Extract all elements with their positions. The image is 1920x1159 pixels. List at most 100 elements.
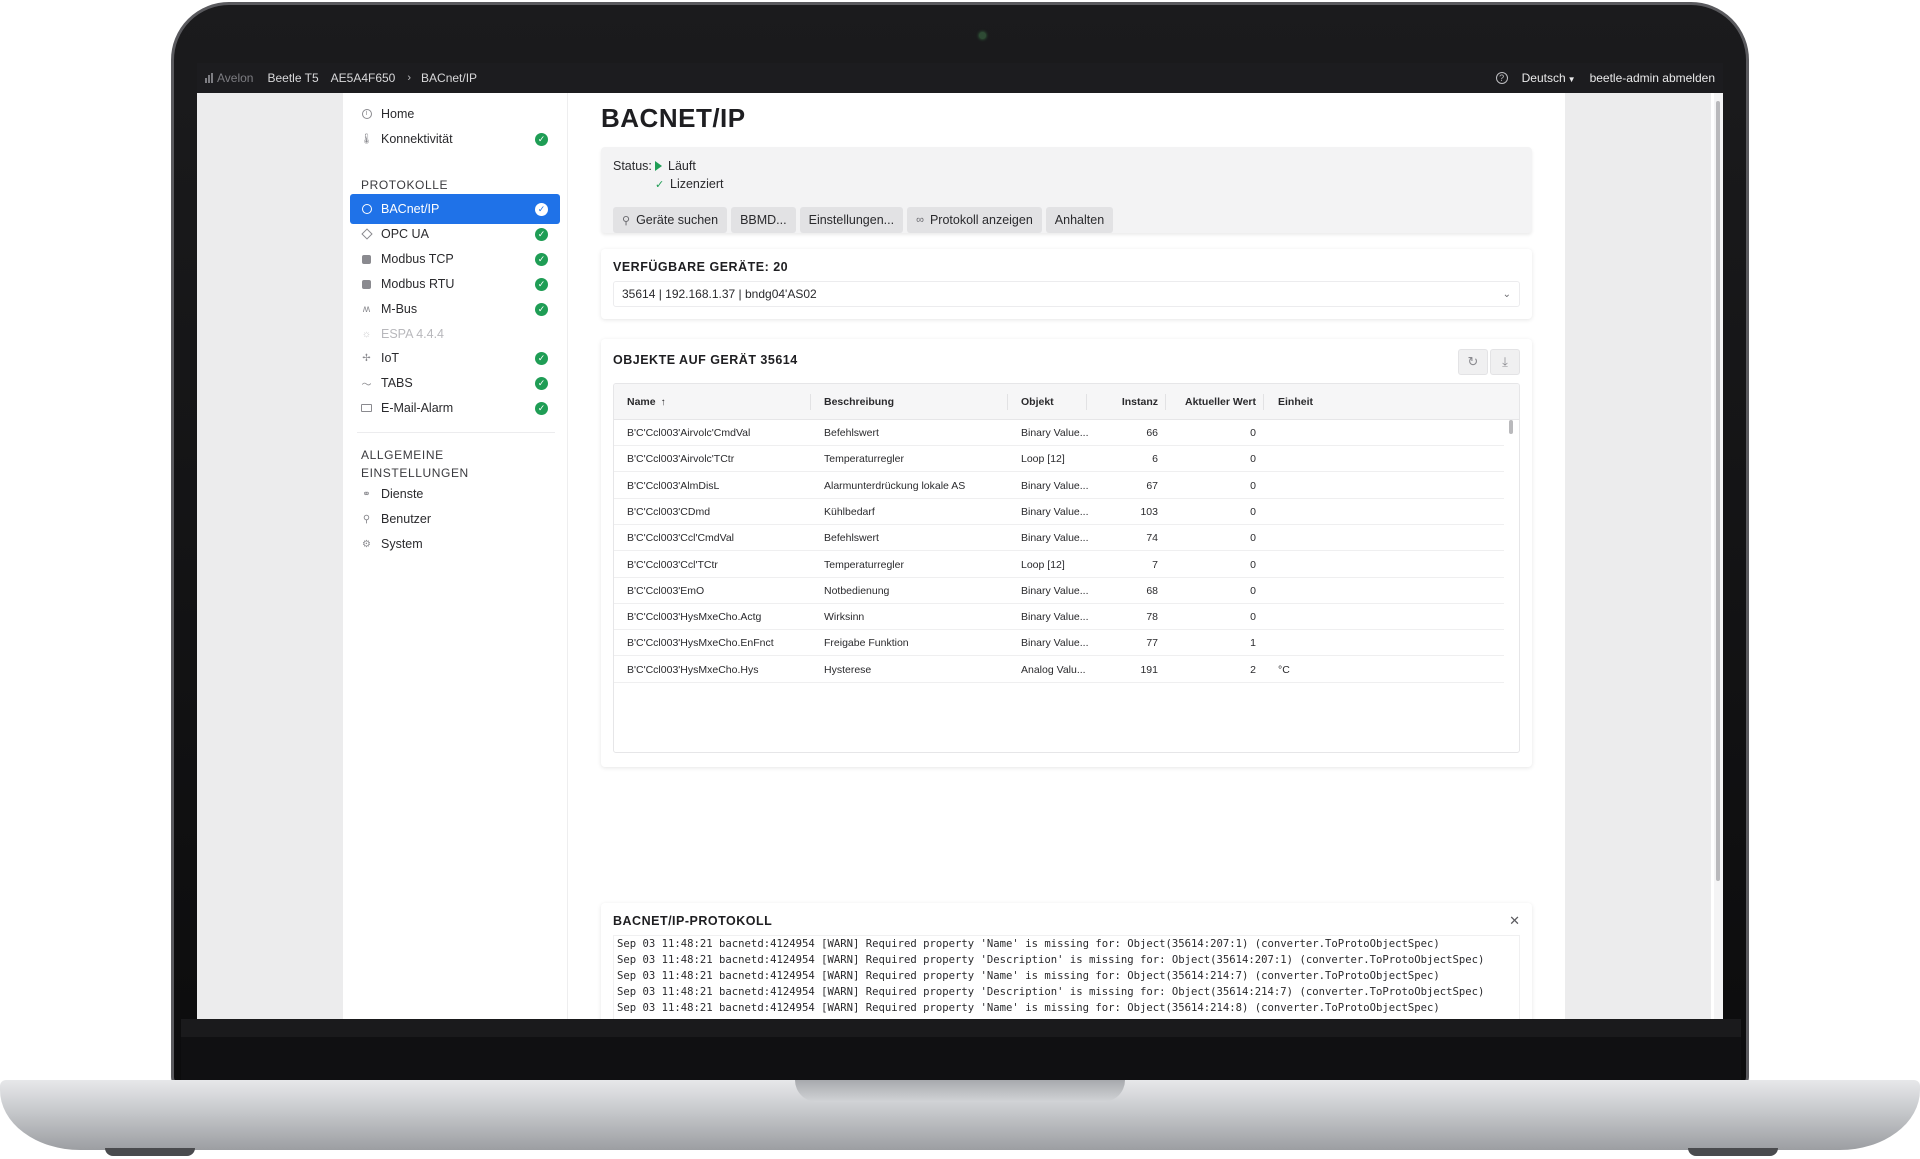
sun-icon: ☼ xyxy=(361,328,372,340)
cell-value: 0 xyxy=(1250,558,1256,571)
table-row[interactable]: B'C'Ccl003'EmO Notbedienung Binary Value..… xyxy=(614,578,1504,604)
log-line: Sep 03 11:48:21 bacnetd:4124954 [WARN] R… xyxy=(617,938,1440,950)
cell-value: 0 xyxy=(1250,479,1256,492)
check-circle-icon: ✓ xyxy=(535,227,548,241)
breadcrumb-item[interactable]: Beetle T5 xyxy=(267,71,318,85)
cell-object: Binary Value... xyxy=(1021,584,1089,597)
column-header-einheit[interactable]: Einheit xyxy=(1278,384,1313,420)
screen: Avelon Beetle T5 AE5A4F650 › BACnet/IP ?… xyxy=(197,63,1723,1019)
sidebar-item-email-alarm[interactable]: E-Mail-Alarm ✓ xyxy=(350,393,560,423)
log-card: BACNET/IP-PROTOKOLL ✕ Sep 03 11:48:21 ba… xyxy=(601,903,1532,1019)
line-icon: 〜 xyxy=(361,379,372,391)
cell-unit xyxy=(1278,473,1338,499)
cell-name: B'C'Ccl003'HysMxeCho.Hys xyxy=(627,663,759,676)
column-header-objekt[interactable]: Objekt xyxy=(1021,384,1054,420)
column-separator[interactable] xyxy=(810,394,811,410)
cell-name: B'C'Ccl003'HysMxeCho.EnFnct xyxy=(627,637,774,650)
cell-value: 0 xyxy=(1250,427,1256,439)
column-separator[interactable] xyxy=(1263,394,1264,410)
breadcrumb-item[interactable]: AE5A4F650 xyxy=(331,71,396,85)
chevron-right-icon: › xyxy=(407,72,412,84)
download-button[interactable]: ⤓ xyxy=(1490,349,1520,375)
refresh-icon: ↻ xyxy=(1467,354,1479,369)
cell-description: Hysterese xyxy=(824,663,872,676)
sidebar-item-label: Dienste xyxy=(381,487,424,501)
column-label: Instanz xyxy=(1121,396,1158,408)
cell-instance: 78 xyxy=(1146,611,1158,624)
cell-object: Binary Value... xyxy=(1021,637,1089,650)
cell-description: Kühlbedarf xyxy=(824,505,875,518)
status-row: Status: Läuft ✓ Lizenziert xyxy=(613,159,724,191)
cell-instance: 74 xyxy=(1146,532,1158,545)
table-row[interactable]: B'C'Ccl003'Airvolc'TCtr Temperaturregler L… xyxy=(614,446,1504,473)
log-line: Sep 03 11:48:21 bacnetd:4124954 [WARN] R… xyxy=(617,954,1485,966)
close-icon[interactable]: ✕ xyxy=(1509,913,1520,929)
table-scrollbar[interactable] xyxy=(1508,420,1514,752)
cell-description: Alarmunterdrückung lokale AS xyxy=(824,479,966,492)
check-circle-icon: ✓ xyxy=(535,202,548,216)
check-circle-icon: ✓ xyxy=(535,252,548,266)
cell-object: Loop [12] xyxy=(1021,558,1065,571)
table-row[interactable]: B'C'Ccl003'HysMxeCho.EnFnct Freigabe Funk… xyxy=(614,630,1504,657)
help-icon[interactable]: ? xyxy=(1495,72,1508,84)
column-separator[interactable] xyxy=(1165,394,1166,410)
settings-button[interactable]: Einstellungen... xyxy=(799,207,904,233)
button-label: Anhalten xyxy=(1054,213,1105,227)
device-select[interactable]: 35614 | 192.168.1.37 | bndg04'AS02 ⌄ xyxy=(613,281,1520,307)
refresh-button[interactable]: ↻ xyxy=(1458,349,1488,375)
table-row[interactable]: B'C'Ccl003'HysMxeCho.Hys Hysterese Analog … xyxy=(614,657,1504,683)
log-output[interactable]: Sep 03 11:48:21 bacnetd:4124954 [WARN] R… xyxy=(613,935,1520,1019)
table-row[interactable]: B'C'Ccl003'Airvolc'CmdVal Befehlswert Bina… xyxy=(614,420,1504,446)
cell-value: 2 xyxy=(1250,663,1256,676)
check-icon: ✓ xyxy=(655,178,665,191)
cell-value: 1 xyxy=(1250,637,1256,650)
stop-button[interactable]: Anhalten xyxy=(1045,207,1114,233)
show-log-button[interactable]: ∞ Protokoll anzeigen xyxy=(907,207,1042,233)
toolbar: ⚲ Geräte suchen BBMD... Einstellungen... … xyxy=(613,207,1114,233)
log-title: BACNET/IP-PROTOKOLL xyxy=(613,914,773,928)
table-row[interactable]: B'C'Ccl003'CDmd Kühlbedarf Binary Value...… xyxy=(614,499,1504,525)
column-label: Aktueller Wert xyxy=(1185,396,1256,408)
log-line: Sep 03 11:48:21 bacnetd:4124954 [WARN] R… xyxy=(617,1002,1440,1014)
status-licensed: Lizenziert xyxy=(670,177,724,191)
column-separator[interactable] xyxy=(1007,394,1008,410)
devices-title: VERFÜGBARE GERÄTE: 20 xyxy=(613,260,789,274)
sidebar-item-system[interactable]: ⚙ System xyxy=(350,529,560,559)
table-row[interactable]: B'C'Ccl003'Ccl'CmdVal Befehlswert Binary V… xyxy=(614,525,1504,552)
laptop-foot-right xyxy=(1688,1148,1778,1156)
column-header-instanz[interactable]: Instanz xyxy=(1100,384,1158,420)
log-line: Sep 03 11:48:21 bacnetd:4124954 [WARN] R… xyxy=(617,1016,1519,1019)
sidebar-divider xyxy=(357,432,555,433)
cell-instance: 68 xyxy=(1146,584,1158,597)
bbmd-button[interactable]: BBMD... xyxy=(731,207,796,233)
scrollbar-thumb[interactable] xyxy=(1509,420,1513,434)
cell-name: B'C'Ccl003'CDmd xyxy=(627,505,711,518)
column-separator[interactable] xyxy=(1086,394,1087,410)
mail-icon xyxy=(361,403,372,414)
table-row[interactable]: B'C'Ccl003'Ccl'TCtr Temperaturregler Loop … xyxy=(614,552,1504,578)
page-background-right xyxy=(1565,93,1711,1019)
gear-icon xyxy=(361,279,372,290)
column-header-aktueller-wert[interactable]: Aktueller Wert xyxy=(1174,384,1256,420)
column-header-name[interactable]: Name ↑ xyxy=(627,384,666,420)
main-content: BACNET/IP Status: Läuft ✓ Lizenziert ⚲ Ger… xyxy=(568,93,1565,1019)
brand-name: Avelon xyxy=(217,71,254,85)
objects-title: OBJEKTE AUF GERÄT 35614 xyxy=(613,353,798,367)
section-title-general: ALLGEMEINE EINSTELLUNGEN xyxy=(361,448,469,480)
page-scrollbar[interactable] xyxy=(1714,93,1723,1019)
cell-value: 0 xyxy=(1250,611,1256,624)
cell-description: Temperaturregler xyxy=(824,558,904,571)
table-row[interactable]: B'C'Ccl003'HysMxeCho.Actg Wirksinn Binary … xyxy=(614,604,1504,631)
logout-link[interactable]: beetle-admin abmelden xyxy=(1590,71,1715,85)
sidebar-item-konnektivitaet[interactable]: 🌡 Konnektivität ✓ xyxy=(350,124,560,154)
table-row[interactable]: B'C'Ccl003'AlmDisL Alarmunterdrückung lok… xyxy=(614,473,1504,499)
brand-logo[interactable]: Avelon xyxy=(205,71,253,85)
cell-unit xyxy=(1278,446,1338,472)
cell-unit xyxy=(1278,420,1338,446)
language-select[interactable]: Deutsch ▼ xyxy=(1522,71,1576,85)
status-label: Status: xyxy=(613,159,652,173)
scrollbar-thumb[interactable] xyxy=(1716,101,1720,881)
column-header-beschreibung[interactable]: Beschreibung xyxy=(824,384,894,420)
info-icon: i xyxy=(361,109,372,120)
search-devices-button[interactable]: ⚲ Geräte suchen xyxy=(613,207,728,233)
